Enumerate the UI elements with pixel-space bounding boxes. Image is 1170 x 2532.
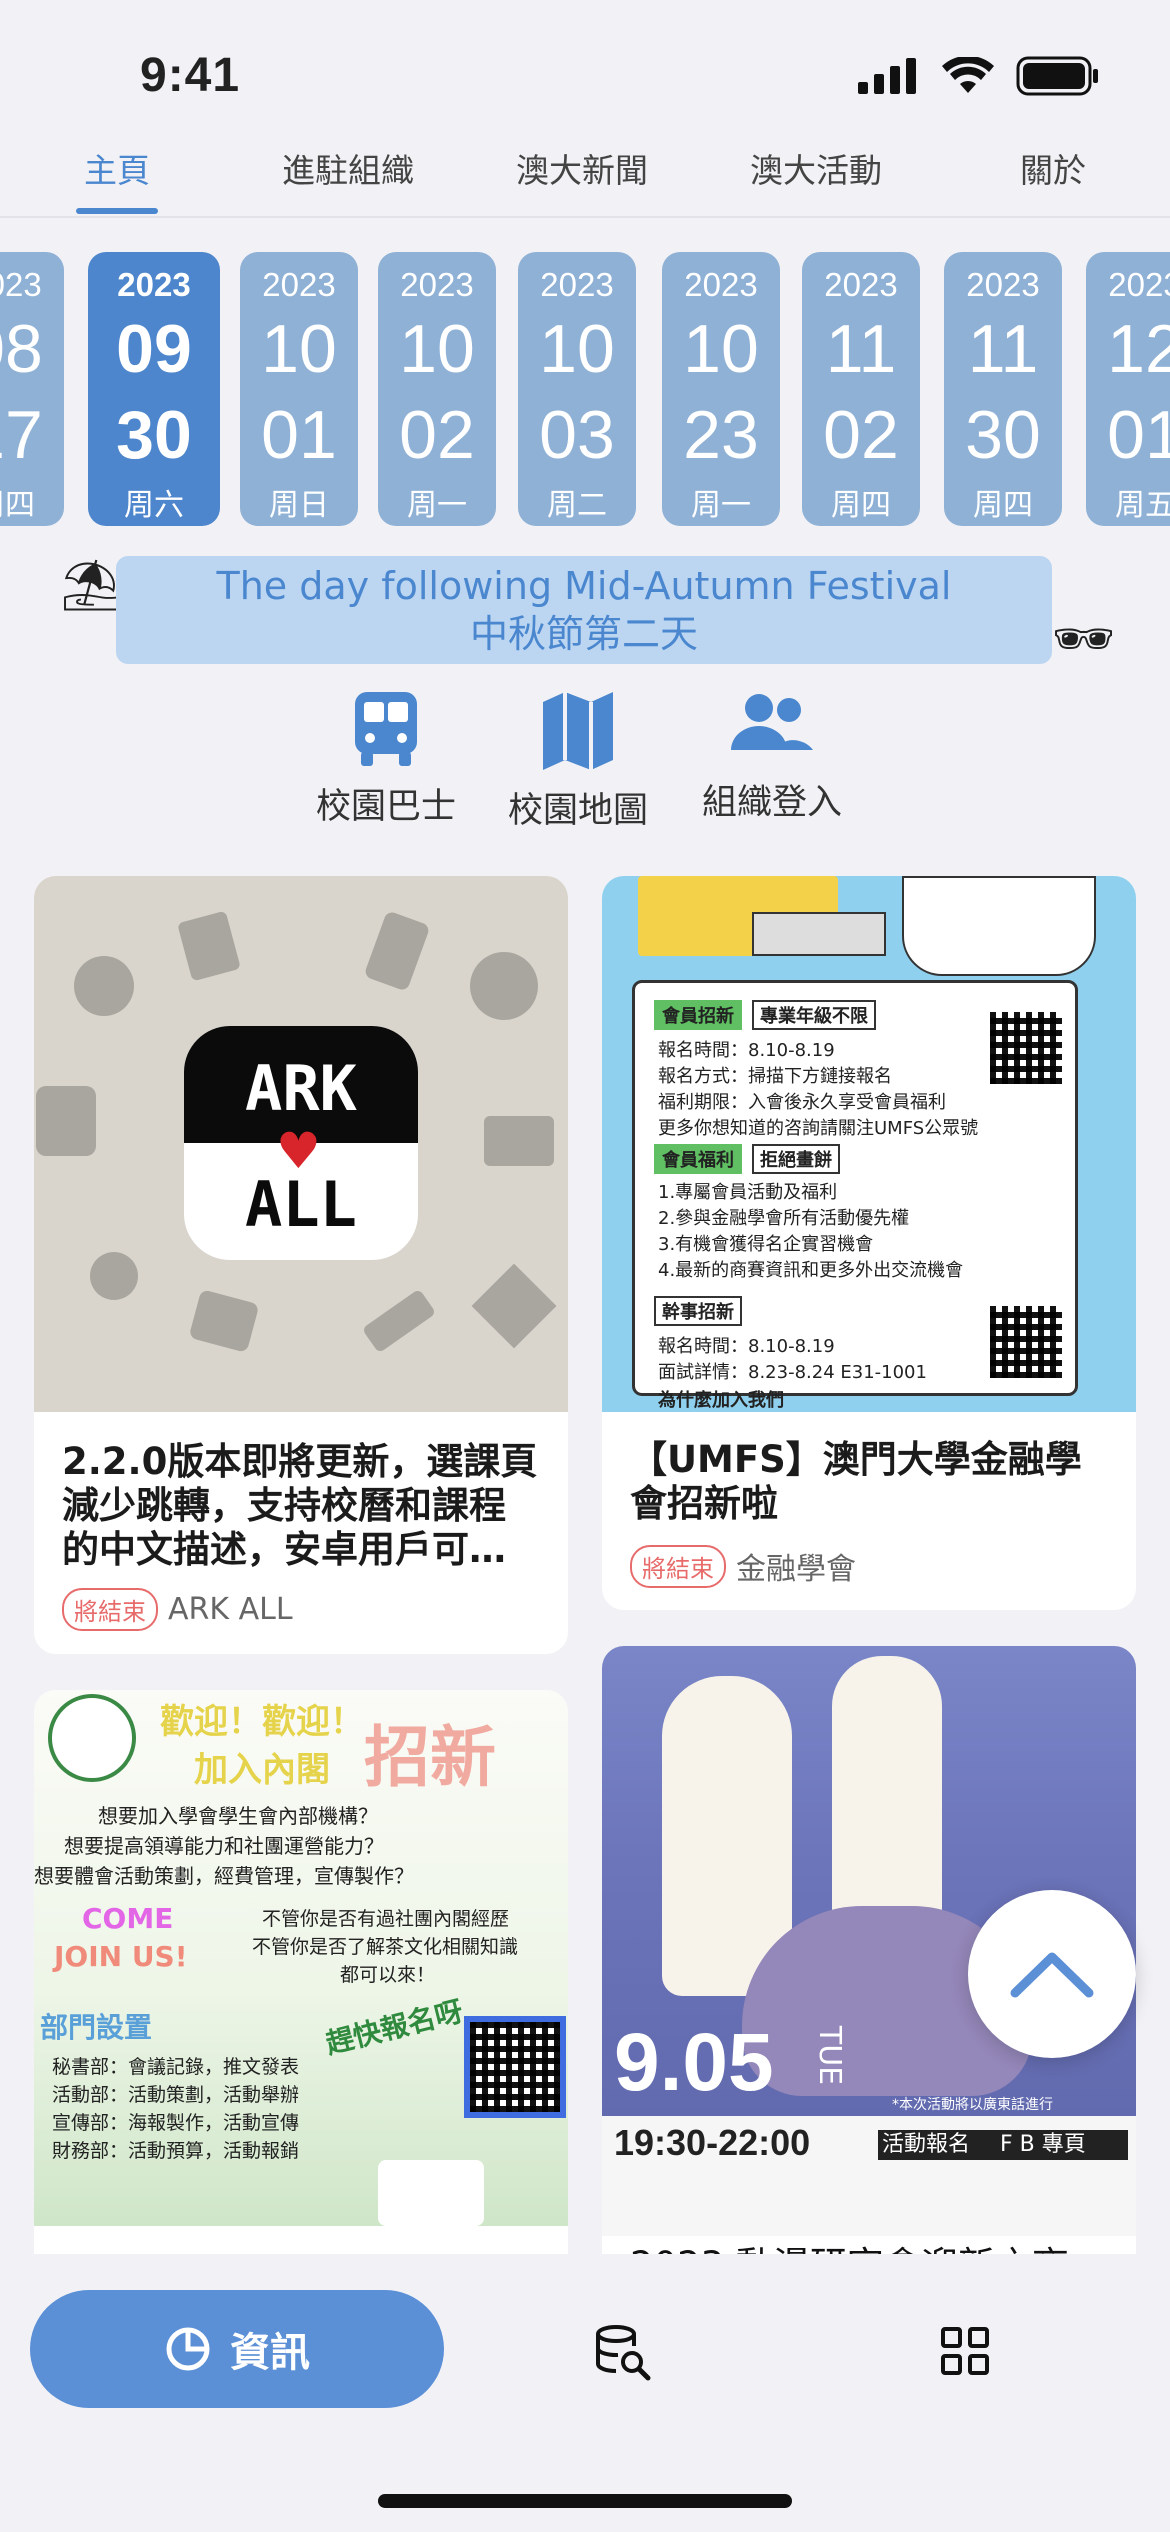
status-badge: 將結束 [62,1588,158,1631]
bus-icon [355,692,417,766]
card-image: 歡迎！歡迎！ 加入內閣 招新 想要加入學會學生會內部機構？ 想要提高領導能力和社… [34,1690,568,2226]
tea-society-logo [48,1694,136,1782]
date-chip[interactable]: 2023 11 30 周四 [944,252,1062,526]
qr-code-icon [990,1012,1062,1084]
battery-icon [1016,56,1098,96]
tab-um-news[interactable]: 澳大新聞 [516,144,648,192]
date-chip[interactable]: 2023 11 02 周四 [802,252,920,526]
info-tab-button[interactable]: 資訊 [30,2290,444,2408]
qr-code-icon [464,2016,566,2118]
status-bar: 9:41 [0,0,1170,140]
chevron-up-icon [1010,1952,1094,1998]
shortcut-campus-map[interactable]: 校園地圖 [508,690,648,833]
holiday-banner: The day following Mid-Autumn Festival 中秋… [116,556,1052,664]
date-chip-selected[interactable]: 2023 09 30 周六 [88,252,220,526]
card-meta: 將結束 ARK ALL [62,1588,293,1631]
signal-icon [858,58,916,94]
card-org: 金融學會 [736,1552,856,1587]
tab-about[interactable]: 關於 [1020,144,1086,192]
info-tab-label: 資訊 [230,2330,310,2376]
ark-all-logo: ARK ♥ ALL [184,1026,418,1260]
database-search-icon [596,2325,651,2381]
active-tab-indicator [76,208,158,214]
status-icons [858,56,1100,96]
grid-menu-button[interactable] [940,2326,990,2376]
tab-organizations[interactable]: 進駐組織 [282,144,414,192]
database-search-button[interactable] [592,2322,652,2382]
shortcut-label: 組織登入 [702,783,843,823]
news-card-ark-all[interactable]: ARK ♥ ALL 2.2.0版本即將更新，選課頁減少跳轉，支持校曆和課程的中文… [34,876,568,1654]
scroll-to-top-button[interactable] [968,1890,1136,2058]
shortcut-campus-bus[interactable]: 校園巴士 [316,690,456,829]
card-org: ARK ALL [168,1592,293,1627]
wifi-icon [942,57,994,93]
shortcut-org-login[interactable]: 組織登入 [702,690,842,825]
date-chip[interactable]: 20230817周四 [0,252,64,526]
bottom-nav: 資訊 [0,2254,1170,2532]
umbrella-icon: ⛱ [60,556,124,614]
grid-icon [941,2327,989,2375]
instagram-qr-icon [378,2160,484,2226]
map-icon [543,692,613,770]
tab-home[interactable]: 主頁 [84,144,150,192]
character-illustration [902,876,1096,976]
top-tab-bar: 主頁 進駐組織 澳大新聞 澳大活動 關於 [0,130,1170,218]
card-image: 會員招新 專業年級不限 報名時間：8.10-8.19 報名方式：掃描下方鏈接報名… [602,876,1136,1412]
date-chip[interactable]: 2023 10 03 周二 [518,252,636,526]
card-meta: 將結束 金融學會 [630,1544,856,1588]
shortcut-label: 校園巴士 [316,787,457,827]
holiday-english: The day following Mid-Autumn Festival [216,564,952,608]
shortcut-label: 校園地圖 [508,791,649,831]
card-title: 2.2.0版本即將更新，選課頁減少跳轉，支持校曆和課程的中文描述，安卓用戶可… [62,1440,538,1571]
news-card-tea-society[interactable]: 歡迎！歡迎！ 加入內閣 招新 想要加入學會學生會內部機構？ 想要提高領導能力和社… [34,1690,568,2290]
date-strip[interactable]: 20230817周四 20230930周六 20231001周日 2023100… [0,252,1170,530]
tab-um-events[interactable]: 澳大活動 [750,144,882,192]
keyboard-illustration [752,912,886,956]
character-illustration [832,1656,942,1936]
news-card-umfs[interactable]: 會員招新 專業年級不限 報名時間：8.10-8.19 報名方式：掃描下方鏈接報名… [602,876,1136,1610]
date-chip[interactable]: 2023 10 01 周日 [240,252,358,526]
qr-code-icon [990,1306,1062,1378]
date-chip[interactable]: 2023 10 02 周一 [378,252,496,526]
date-chip[interactable]: 2023 10 23 周一 [662,252,780,526]
sunglasses-icon: 🕶 [1052,610,1116,668]
status-badge: 將結束 [630,1544,726,1588]
pie-chart-icon [166,2327,210,2371]
card-title: 【UMFS】澳門大學金融學會招新啦 [630,1438,1082,1525]
date-chip[interactable]: 20231201周五 [1086,252,1170,526]
users-icon [731,694,813,750]
holiday-chinese: 中秋節第二天 [469,612,698,656]
card-image: ARK ♥ ALL [34,876,568,1412]
home-indicator [378,2494,792,2508]
status-time: 9:41 [140,49,241,102]
